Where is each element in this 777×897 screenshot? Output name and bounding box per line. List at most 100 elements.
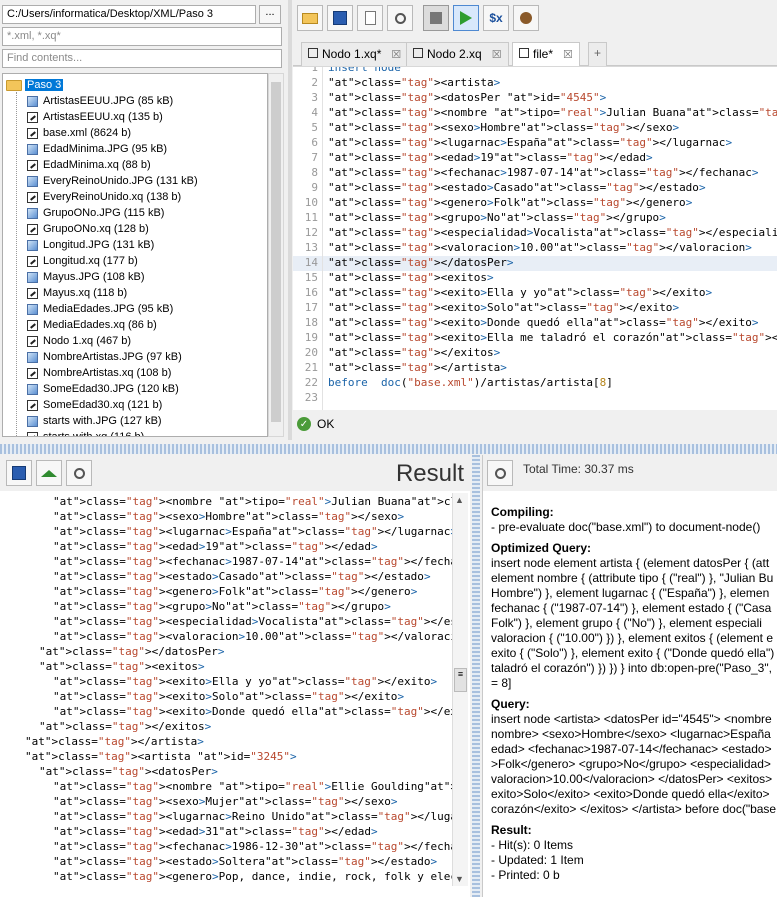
stop-icon[interactable] [423,5,449,31]
tree-file-item[interactable]: EveryReinoUnido.xq (138 b) [27,189,181,205]
tree-file-item[interactable]: base.xml (8624 b) [27,125,131,141]
tree-file-item[interactable]: NombreArtistas.JPG (97 kB) [27,349,182,365]
result-line: "at">class="tag"><nombre "at">tipo="real… [53,780,452,793]
open-icon[interactable] [297,5,323,31]
line-number: 3 [311,91,318,104]
line-number: 10 [304,196,318,209]
tree-file-label: MediaEdades.JPG (95 kB) [43,303,174,315]
line-number: 22 [304,376,318,389]
tree-file-item[interactable]: EdadMinima.xq (88 b) [27,157,151,173]
tree-file-label: GrupoONo.xq (128 b) [43,223,149,235]
result-line: "at">class="tag"><sexo>Mujer"at">class="… [53,795,398,808]
tree-file-label: MediaEdades.xq (86 b) [43,319,157,331]
info-line: taladró el corazón") }) }) } into db:ope… [491,661,772,675]
tree-file-item[interactable]: SomeEdad30.JPG (120 kB) [27,381,179,397]
line-number: 20 [304,346,318,359]
vertical-splitter[interactable] [288,0,292,440]
code-editor[interactable]: 1 insert node 2 "at">class="tag"><artista> 3… [293,66,777,410]
run-icon[interactable] [453,5,479,31]
code-line: "at">class="tag"><grupo>No"at">class="ta… [328,211,666,224]
line-number: 18 [304,316,318,329]
scroll-down-icon[interactable]: ▼ [455,874,464,884]
tree-file-item[interactable]: ArtistasEEUU.JPG (85 kB) [27,93,173,109]
tree-file-item[interactable]: Mayus.xq (118 b) [27,285,127,301]
tree-file-item[interactable]: starts with.xq (116 b) [27,429,145,437]
code-line: "at">class="tag"></datosPer> [328,256,514,269]
scroll-up-icon[interactable]: ▲ [455,495,464,505]
tree-file-item[interactable]: GrupoONo.JPG (115 kB) [27,205,164,221]
close-icon[interactable]: ☒ [391,49,401,61]
tree-file-item[interactable]: MediaEdades.xq (86 b) [27,317,157,333]
tab-nodo-2[interactable]: Nodo 2.xq ☒ [406,42,509,66]
tree-file-label: GrupoONo.JPG (115 kB) [43,207,165,219]
result-line: "at">class="tag"><sexo>Hombre"at">class=… [53,510,405,523]
tree-file-item[interactable]: starts with.JPG (127 kB) [27,413,162,429]
tree-file-label: Longitud.JPG (131 kB) [43,239,155,251]
code-line: "at">class="tag"><lugarnac>España"at">cl… [328,136,733,149]
tab-file[interactable]: file* ☒ [512,42,580,66]
search-icon[interactable] [487,460,513,486]
image-file-icon [27,383,38,395]
info-text[interactable]: Compiling: - pre-evaluate doc("base.xml")… [491,499,777,885]
add-tab-button[interactable]: + [588,42,608,66]
horizontal-splitter[interactable] [0,444,777,454]
result-toolbar: Result [0,455,470,491]
search-icon[interactable] [66,460,92,486]
line-number: 9 [311,181,318,194]
tab-nodo-1[interactable]: Nodo 1.xq* ☒ [301,42,409,66]
find-contents-input[interactable]: Find contents... [2,49,282,68]
tree-file-item[interactable]: Mayus.JPG (108 kB) [27,269,144,285]
code-line: "at">class="tag"><valoracion>10.00"at">c… [328,241,752,254]
tree-scroll-thumb[interactable] [271,82,281,422]
tree-file-item[interactable]: GrupoONo.xq (128 b) [27,221,149,237]
code-line: "at">class="tag"></exitos> [328,346,501,359]
variables-icon[interactable]: $x [483,5,509,31]
code-line: "at">class="tag"><sexo>Hombre"at">class=… [328,121,680,134]
path-field[interactable]: C:/Users/informatica/Desktop/XML/Paso 3 [2,5,256,24]
result-splitter[interactable] [472,455,480,897]
info-line: edad> <fechanac>1987-07-14</fechanac> <e… [491,742,772,756]
tree-file-label: base.xml (8624 b) [43,127,132,139]
tree-root-folder[interactable]: Paso 3 [6,77,64,93]
home-icon[interactable] [36,460,62,486]
info-line: = 8] [491,676,512,690]
browse-button[interactable]: ... [259,5,281,24]
line-number: 19 [304,331,318,344]
result-scrollbar[interactable]: ▲ ≡ ▼ [452,493,468,886]
image-file-icon [27,207,38,219]
tree-file-label: SomeEdad30.JPG (120 kB) [43,383,179,395]
info-line: - Updated: 1 Item [491,853,584,867]
tree-file-item[interactable]: Longitud.JPG (131 kB) [27,237,154,253]
line-number: 16 [304,286,318,299]
tree-file-label: starts with.xq (116 b) [43,431,145,437]
code-line: "at">class="tag"><exito>Ella me taladró … [328,331,777,344]
tree-file-item[interactable]: SomeEdad30.xq (121 b) [27,397,162,413]
result-line: "at">class="tag"><exito>Ella y yo"at">cl… [53,675,438,688]
search-icon[interactable] [387,5,413,31]
close-icon[interactable]: ☒ [563,49,573,61]
debug-icon[interactable] [513,5,539,31]
tree-file-item[interactable]: Longitud.xq (177 b) [27,253,138,269]
tree-file-item[interactable]: Nodo 1.xq (467 b) [27,333,131,349]
xquery-file-icon [27,319,38,331]
line-number: 17 [304,301,318,314]
scroll-thumb[interactable]: ≡ [454,668,467,692]
result-output[interactable]: "at">class="tag"><nombre "at">tipo="real… [0,493,452,891]
code-line: "at">class="tag"><fechanac>1987-07-14"at… [328,166,759,179]
xquery-file-icon [27,191,38,203]
info-line: - Hit(s): 0 Items [491,838,574,852]
save-icon[interactable] [6,460,32,486]
save-icon[interactable] [327,5,353,31]
result-line: "at">class="tag"><datosPer> [39,765,218,778]
tree-file-item[interactable]: ArtistasEEUU.xq (135 b) [27,109,163,125]
new-icon[interactable] [357,5,383,31]
tree-scrollbar[interactable] [268,73,284,437]
info-line: insert node <artista> <datosPer id="4545… [491,712,772,726]
filter-input[interactable]: *.xml, *.xq* [2,27,282,46]
tree-file-item[interactable]: MediaEdades.JPG (95 kB) [27,301,173,317]
tree-file-item[interactable]: EveryReinoUnido.JPG (131 kB) [27,173,198,189]
tree-file-item[interactable]: NombreArtistas.xq (108 b) [27,365,171,381]
tree-file-item[interactable]: EdadMinima.JPG (95 kB) [27,141,167,157]
close-icon[interactable]: ☒ [492,49,502,61]
tree-root-label: Paso 3 [25,79,64,91]
